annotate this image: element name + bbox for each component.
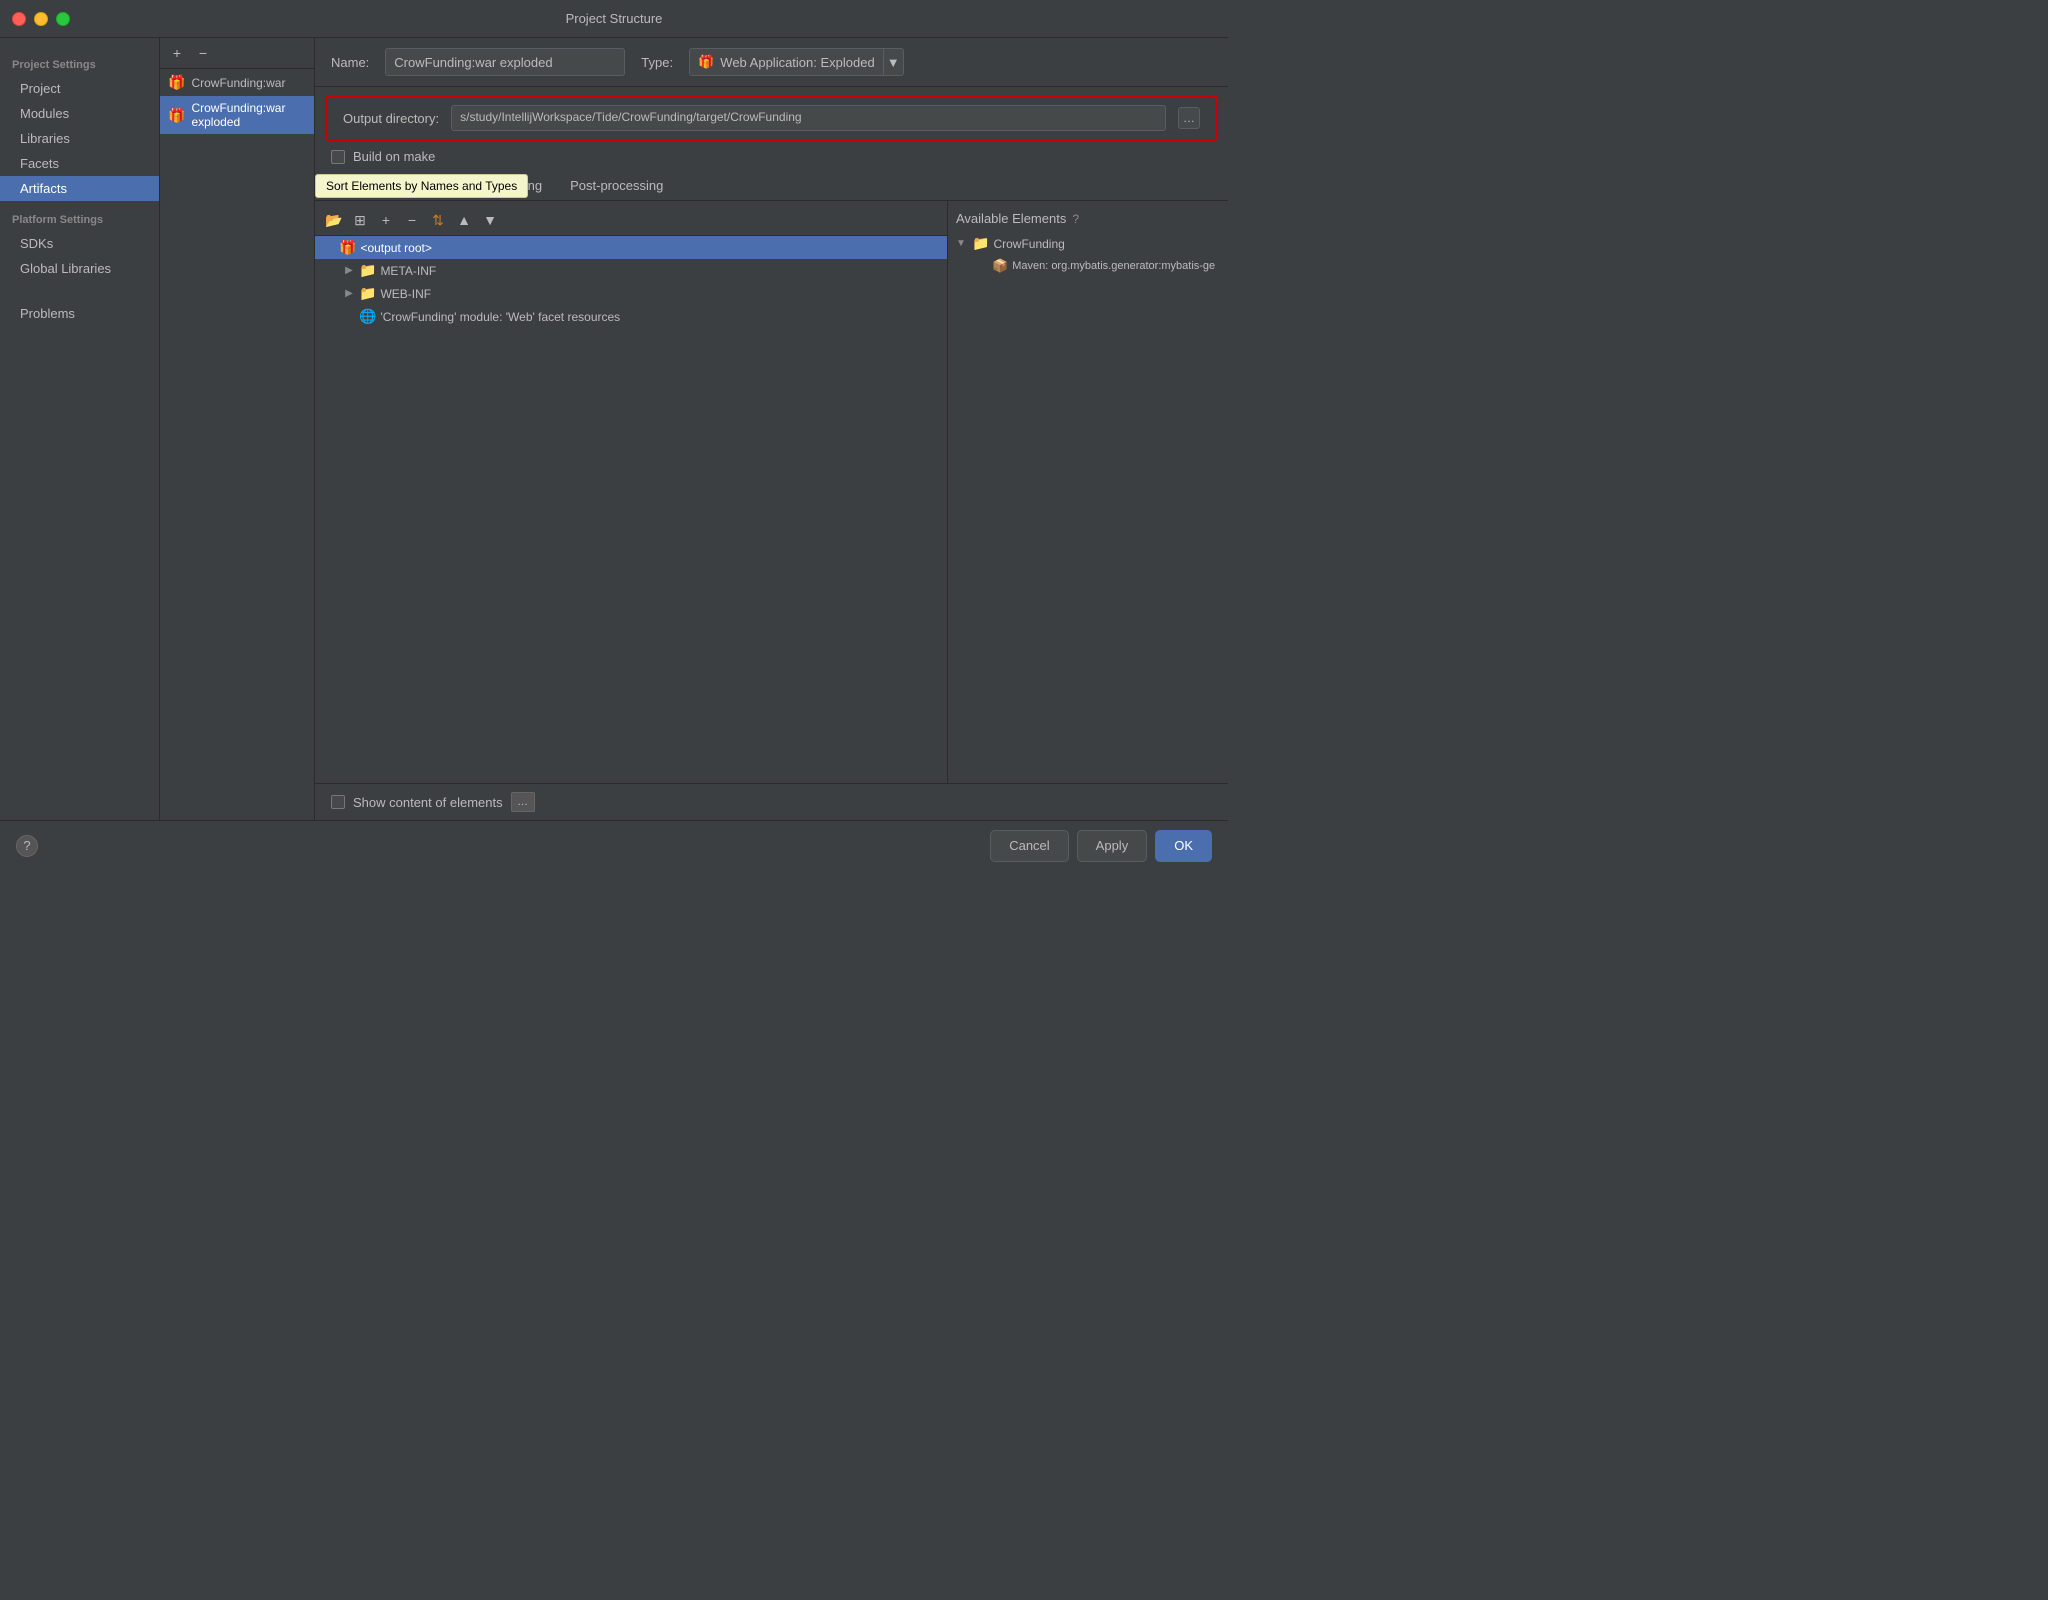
- meta-inf-label: META-INF: [380, 264, 436, 278]
- output-dir-browse-button[interactable]: …: [1178, 107, 1200, 129]
- artifacts-toolbar: + −: [160, 38, 314, 69]
- type-value: Web Application: Exploded: [720, 55, 874, 70]
- tab-content: 📂 ⊞ + − ⇅ ▲ ▼ 🎁 <output root> ▶: [315, 201, 1228, 783]
- platform-settings-section: Platform Settings: [0, 209, 159, 231]
- sidebar-item-libraries[interactable]: Libraries: [0, 126, 159, 151]
- build-on-make-label: Build on make: [353, 149, 435, 164]
- output-dir-input[interactable]: s/study/IntellijWorkspace/Tide/CrowFundi…: [451, 105, 1166, 131]
- build-on-make-checkbox[interactable]: [331, 150, 345, 164]
- sort-button[interactable]: ⇅: [427, 209, 449, 231]
- crowdfunding-web-label: 'CrowFunding' module: 'Web' facet resour…: [380, 310, 620, 324]
- artifact-item-war-label: CrowFunding:war: [191, 76, 285, 90]
- add-artifact-button[interactable]: +: [166, 42, 188, 64]
- av-folder-icon: 📁: [972, 235, 989, 252]
- gift-icon-exploded: 🎁: [168, 107, 185, 124]
- av-crowdfunding-label: CrowFunding: [993, 237, 1064, 251]
- available-item-crowdfunding[interactable]: ▼ 📁 CrowFunding: [948, 232, 1228, 255]
- sidebar-item-artifacts[interactable]: Artifacts: [0, 176, 159, 201]
- tree-item-web-inf[interactable]: ▶ 📁 WEB-INF: [315, 282, 947, 305]
- artifact-list: 🎁 CrowFunding:war 🎁 CrowFunding:war expl…: [160, 69, 314, 820]
- output-root-icon: 🎁: [339, 239, 356, 256]
- av-arrow-crowdfunding: ▼: [956, 238, 968, 249]
- show-content-checkbox[interactable]: [331, 795, 345, 809]
- sort-tooltip: Sort Elements by Names and Types: [315, 174, 528, 198]
- sidebar-item-problems[interactable]: Problems: [0, 301, 159, 326]
- show-content-row: Show content of elements …: [315, 783, 1228, 820]
- help-available-icon: ?: [1072, 212, 1079, 226]
- tree-item-output-root[interactable]: 🎁 <output root>: [315, 236, 947, 259]
- sidebar-item-project[interactable]: Project: [0, 76, 159, 101]
- project-settings-section: Project Settings: [0, 54, 159, 76]
- output-dir-label: Output directory:: [343, 111, 439, 126]
- artifact-item-war-exploded-label: CrowFunding:war exploded: [191, 101, 306, 129]
- sidebar-item-sdks[interactable]: SDKs: [0, 231, 159, 256]
- available-elements-panel: Available Elements ? ▼ 📁 CrowFunding 📦 M…: [948, 201, 1228, 783]
- av-maven-label: Maven: org.mybatis.generator:mybatis-ge: [1012, 260, 1215, 272]
- maximize-button[interactable]: [56, 12, 70, 26]
- web-inf-icon: 📁: [359, 285, 376, 302]
- type-select-wrapper: 🎁 Web Application: Exploded ▼: [689, 48, 904, 76]
- show-content-options-button[interactable]: …: [511, 792, 535, 812]
- name-label: Name:: [331, 55, 369, 70]
- sidebar-item-global-libraries[interactable]: Global Libraries: [0, 256, 159, 281]
- remove-artifact-button[interactable]: −: [192, 42, 214, 64]
- output-root-label: <output root>: [360, 241, 431, 255]
- cancel-button[interactable]: Cancel: [990, 830, 1068, 862]
- tree-item-meta-inf[interactable]: ▶ 📁 META-INF: [315, 259, 947, 282]
- type-select[interactable]: 🎁 Web Application: Exploded: [689, 48, 884, 76]
- tree-arrow-web: ▶: [343, 288, 355, 299]
- traffic-lights[interactable]: [12, 12, 70, 26]
- sidebar-item-facets[interactable]: Facets: [0, 151, 159, 176]
- available-elements-header: Available Elements ?: [948, 205, 1228, 232]
- show-content-label: Show content of elements: [353, 795, 503, 810]
- apply-button[interactable]: Apply: [1077, 830, 1148, 862]
- tree-item-crowdfunding-web[interactable]: 🌐 'CrowFunding' module: 'Web' facet reso…: [315, 305, 947, 328]
- tree-view-button[interactable]: ⊞: [349, 209, 371, 231]
- minimize-button[interactable]: [34, 12, 48, 26]
- move-down-button[interactable]: ▼: [479, 209, 501, 231]
- web-facet-icon: 🌐: [359, 308, 376, 325]
- sidebar-item-modules[interactable]: Modules: [0, 101, 159, 126]
- meta-inf-icon: 📁: [359, 262, 376, 279]
- window-title: Project Structure: [566, 11, 663, 26]
- gift-icon: 🎁: [168, 74, 185, 91]
- bottom-left: ?: [16, 835, 982, 857]
- artifact-item-war-exploded[interactable]: 🎁 CrowFunding:war exploded: [160, 96, 314, 134]
- available-item-maven-mybatis[interactable]: 📦 Maven: org.mybatis.generator:mybatis-g…: [948, 255, 1228, 277]
- tree-toolbar: 📂 ⊞ + − ⇅ ▲ ▼: [315, 205, 947, 236]
- av-maven-icon: 📦: [992, 258, 1008, 274]
- type-dropdown-button[interactable]: ▼: [884, 48, 904, 76]
- content-area: Name: Type: 🎁 Web Application: Exploded …: [315, 38, 1228, 820]
- available-elements-label: Available Elements: [956, 211, 1066, 226]
- output-dir-row: Output directory: s/study/IntellijWorksp…: [325, 95, 1218, 141]
- help-button[interactable]: ?: [16, 835, 38, 857]
- tabs-row: Output Layout Pre-processing Post-proces…: [315, 172, 1228, 201]
- build-on-make-row: Build on make: [315, 145, 1228, 168]
- move-up-button[interactable]: ▲: [453, 209, 475, 231]
- type-label: Type:: [641, 55, 673, 70]
- title-bar: Project Structure: [0, 0, 1228, 38]
- name-input[interactable]: [385, 48, 625, 76]
- bottom-bar: ? Cancel Apply OK: [0, 820, 1228, 870]
- tab-post-processing[interactable]: Post-processing: [556, 172, 677, 201]
- tree-arrow-meta: ▶: [343, 265, 355, 276]
- type-icon: 🎁: [698, 54, 714, 70]
- name-type-row: Name: Type: 🎁 Web Application: Exploded …: [315, 38, 1228, 87]
- ok-button[interactable]: OK: [1155, 830, 1212, 862]
- add-element-button[interactable]: +: [375, 209, 397, 231]
- remove-element-button[interactable]: −: [401, 209, 423, 231]
- web-inf-label: WEB-INF: [380, 287, 431, 301]
- artifacts-panel: + − 🎁 CrowFunding:war 🎁 CrowFunding:war …: [160, 38, 315, 820]
- close-button[interactable]: [12, 12, 26, 26]
- output-layout-tree-panel: 📂 ⊞ + − ⇅ ▲ ▼ 🎁 <output root> ▶: [315, 201, 948, 783]
- artifact-item-war[interactable]: 🎁 CrowFunding:war: [160, 69, 314, 96]
- sidebar: Project Settings Project Modules Librari…: [0, 38, 160, 820]
- open-folder-button[interactable]: 📂: [323, 209, 345, 231]
